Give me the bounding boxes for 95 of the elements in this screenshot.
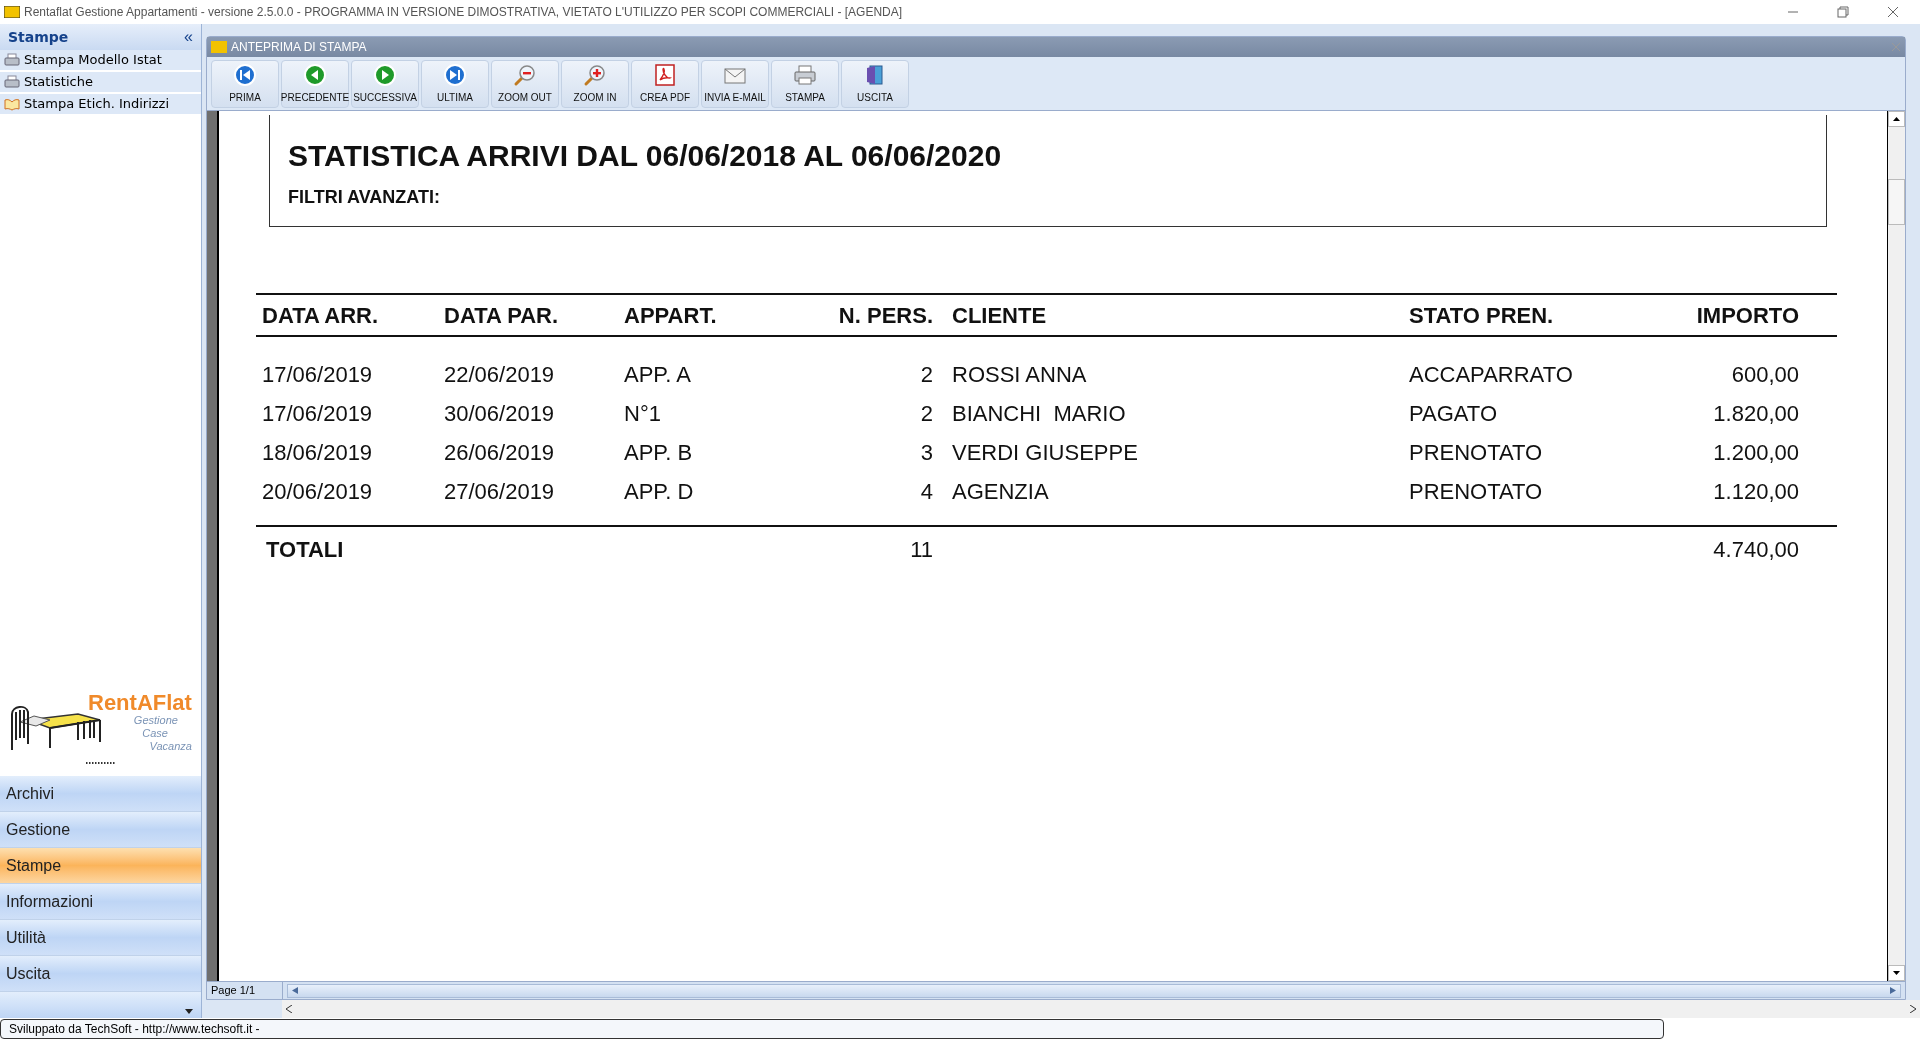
book-icon: [4, 97, 20, 111]
table-cell-text: 30/06/2019: [444, 400, 556, 428]
app-icon: [211, 41, 227, 53]
table-cell-text: 4: [919, 478, 933, 506]
table-cell-text: 17/06/2019: [262, 361, 374, 389]
table-cell-text: 26/06/2019: [444, 439, 556, 467]
totals-label: TOTALI: [265, 535, 345, 564]
printer-icon: [4, 75, 20, 89]
table-cell-text: 22/06/2019: [444, 361, 556, 389]
scroll-right-icon[interactable]: [1890, 987, 1896, 994]
table-cell-text: AGENZIA: [951, 478, 1050, 506]
column-header: IMPORTO: [1695, 301, 1799, 330]
collapse-button[interactable]: «: [184, 29, 193, 45]
column-header: APPART.: [624, 301, 718, 330]
nav-item[interactable]: Archivi: [0, 776, 201, 812]
totals-amount: 4.740,00: [1712, 535, 1799, 564]
table-cell-text: APP. B: [624, 439, 694, 467]
column-header: STATO PREN.: [1409, 301, 1555, 330]
report-filters: FILTRI AVANZATI:: [288, 186, 441, 209]
app-icon: [4, 6, 20, 18]
table-cell-text: N°1: [624, 400, 662, 428]
table-cell-text: 18/06/2019: [262, 439, 374, 467]
zoom-in-icon: [583, 62, 607, 87]
scroll-left-icon[interactable]: [286, 1005, 292, 1013]
logo-tagline: Vacanza: [149, 739, 192, 753]
table-cell-text: 1.200,00: [1712, 439, 1799, 467]
table-cell-text: 27/06/2019: [444, 478, 556, 506]
logo-text: RentAFlat: [88, 691, 192, 714]
table-cell-text: PRENOTATO: [1409, 478, 1544, 506]
scroll-left-icon[interactable]: [292, 987, 298, 994]
sidebar-title: Stampe: [8, 27, 69, 47]
logo-tagline: Gestione: [133, 713, 178, 727]
toolbar-button[interactable]: PRECEDENTE: [281, 59, 349, 108]
table-cell-text: VERDI GIUSEPPE: [951, 439, 1139, 467]
table-cell-text: PRENOTATO: [1409, 439, 1544, 467]
scroll-up-icon[interactable]: [1893, 117, 1900, 121]
scroll-thumb[interactable]: [1888, 179, 1905, 225]
nav-item[interactable]: Gestione: [0, 812, 201, 848]
table-cell-text: 2: [919, 361, 933, 389]
column-header: CLIENTE: [951, 301, 1048, 330]
toolbar-button[interactable]: INVIA E-MAIL: [701, 59, 769, 108]
table-cell-text: 600,00: [1730, 361, 1799, 389]
sidebar-item[interactable]: Stampa Etich. Indirizzi: [0, 94, 201, 116]
column-header: DATA ARR.: [262, 301, 380, 330]
page-indicator: Page 1/1: [207, 982, 283, 999]
horizontal-scrollbar[interactable]: [282, 1000, 1920, 1018]
nav-item[interactable]: Utilità: [0, 920, 201, 956]
toolbar-button[interactable]: CREA PDF: [631, 59, 699, 108]
sidebar-item[interactable]: Statistiche: [0, 72, 201, 94]
table-cell-text: 1.120,00: [1712, 478, 1799, 506]
sidebar-item[interactable]: Stampa Modello Istat: [0, 50, 201, 72]
column-header: DATA PAR.: [444, 301, 560, 330]
table-cell-text: ROSSI ANNA: [951, 361, 1088, 389]
table-cell-text: PAGATO: [1409, 400, 1499, 428]
nav-item[interactable]: Uscita: [0, 956, 201, 992]
toolbar-button[interactable]: ZOOM OUT: [491, 59, 559, 108]
skip-forward-icon: [443, 62, 467, 87]
toolbar-button[interactable]: PRIMA: [211, 59, 279, 108]
table-cell-text: BIANCHI MARIO: [951, 400, 1127, 428]
toolbar-button[interactable]: ZOOM IN: [561, 59, 629, 108]
column-header: N. PERS.: [837, 301, 933, 330]
skip-back-icon: [233, 62, 257, 87]
window-title: Rentaflat Gestione Appartamenti - versione 2.5.0.0 - PROGRAMMA IN VERSIONE DIMOSTRATIVA, VIETATO L'UTILIZZO PER SCOPI COMMERCIALI - [AGENDA]: [24, 4, 904, 21]
zoom-out-icon: [513, 62, 537, 87]
table-cell-text: 3: [919, 439, 933, 467]
toolbar-button[interactable]: USCITA: [841, 59, 909, 108]
close-icon[interactable]: [1886, 5, 1900, 19]
totals-persons: 11: [909, 535, 933, 564]
toolbar-button[interactable]: STAMPA: [771, 59, 839, 108]
table-cell-text: 20/06/2019: [262, 478, 374, 506]
printer-icon: [793, 62, 817, 87]
table-cell-text: ACCAPARRATO: [1409, 361, 1574, 389]
restore-icon[interactable]: [1836, 5, 1850, 19]
table-cell-text: 2: [919, 400, 933, 428]
vertical-scrollbar[interactable]: [1887, 111, 1905, 981]
toolbar-button[interactable]: ULTIMA: [421, 59, 489, 108]
table-cell-text: APP. A: [624, 361, 692, 389]
printer-icon: [4, 53, 20, 67]
toolbar-button[interactable]: SUCCESSIVA: [351, 59, 419, 108]
caret-down-icon[interactable]: [185, 1009, 193, 1014]
table-cell-text: APP. D: [624, 478, 695, 506]
arrow-right-icon: [373, 62, 397, 87]
nav-item[interactable]: Stampe: [0, 848, 201, 884]
table-cell-text: 17/06/2019: [262, 400, 374, 428]
logo-tagline: Case: [142, 726, 168, 740]
scroll-down-icon[interactable]: [1893, 971, 1900, 975]
scroll-right-icon[interactable]: [1910, 1005, 1916, 1013]
nav-item[interactable]: Informazioni: [0, 884, 201, 920]
preview-title: ANTEPRIMA DI STAMPA: [231, 39, 368, 56]
table-cell-text: 1.820,00: [1712, 400, 1799, 428]
pdf-icon: [653, 62, 677, 87]
arrow-left-icon: [303, 62, 327, 87]
horizontal-scrollbar[interactable]: [287, 983, 1901, 998]
report-title: STATISTICA ARRIVI DAL 06/06/2018 AL 06/06/2020: [288, 138, 1003, 174]
status-bar: Sviluppato da TechSoft - http://www.techsoft.it -: [0, 1019, 1664, 1039]
